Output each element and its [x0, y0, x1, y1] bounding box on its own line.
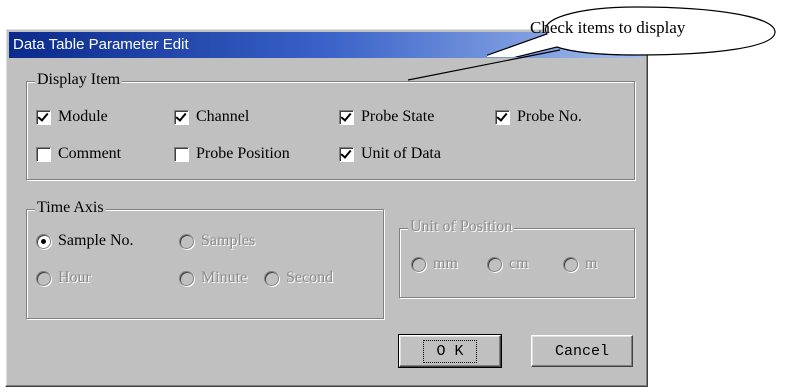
ok-button[interactable]: O K [398, 334, 502, 368]
checkbox-probe-position[interactable]: Probe Position [174, 145, 290, 163]
radio-samples: Samples [179, 232, 255, 250]
radio-cm: cm [487, 255, 529, 273]
mm-label: mm [433, 255, 458, 272]
samples-radio [179, 233, 194, 249]
probe-state-checkbox-box[interactable] [339, 109, 354, 125]
checkbox-probe-no[interactable]: Probe No. [495, 108, 582, 126]
second-radio [264, 270, 279, 286]
data-table-parameter-dialog: Data Table Parameter Edit Display Item M… [5, 28, 648, 387]
probe-no-label: Probe No. [517, 108, 582, 125]
unit-of-data-checkbox-box[interactable] [339, 146, 354, 162]
radio-minute: Minute [179, 269, 247, 287]
callout-text: Check items to display [530, 18, 686, 37]
time-axis-legend: Time Axis [35, 199, 106, 217]
radio-hour: Hour [36, 269, 91, 287]
display-item-group: Display Item [26, 71, 635, 180]
channel-label: Channel [196, 108, 250, 125]
radio-sample-no[interactable]: Sample No. [36, 232, 134, 250]
ok-button-label: O K [423, 339, 477, 363]
sample-no-label: Sample No. [58, 232, 134, 249]
radio-m: m [563, 255, 597, 273]
channel-checkbox-box[interactable] [174, 109, 189, 125]
cm-label: cm [509, 255, 529, 272]
display-item-legend: Display Item [35, 71, 123, 89]
hour-radio [36, 270, 51, 286]
module-checkbox-box[interactable] [36, 109, 51, 125]
dialog-title: Data Table Parameter Edit [13, 36, 189, 53]
minute-label: Minute [201, 269, 248, 286]
radio-second: Second [264, 269, 333, 287]
checkbox-comment[interactable]: Comment [36, 145, 121, 163]
module-label: Module [58, 108, 108, 125]
m-radio [563, 256, 578, 272]
mm-radio [411, 256, 426, 272]
checkbox-channel[interactable]: Channel [174, 108, 249, 126]
second-label: Second [286, 269, 334, 286]
probe-position-label: Probe Position [196, 145, 290, 162]
unit-of-data-label: Unit of Data [361, 145, 441, 162]
checkbox-probe-state[interactable]: Probe State [339, 108, 434, 126]
cm-radio [487, 256, 502, 272]
checkbox-unit-of-data[interactable]: Unit of Data [339, 145, 441, 163]
radio-mm: mm [411, 255, 458, 273]
unit-of-position-legend: Unit of Position [408, 218, 515, 236]
hour-label: Hour [58, 269, 91, 286]
comment-checkbox-box[interactable] [36, 146, 51, 162]
time-axis-group: Time Axis [26, 199, 384, 319]
sample-no-radio[interactable] [36, 233, 51, 249]
m-label: m [585, 255, 598, 272]
comment-label: Comment [58, 145, 122, 162]
samples-label: Samples [201, 232, 256, 249]
cancel-button-label: Cancel [554, 342, 609, 360]
cancel-button[interactable]: Cancel [531, 335, 633, 367]
checkbox-module[interactable]: Module [36, 108, 108, 126]
probe-state-label: Probe State [361, 108, 435, 125]
probe-no-checkbox-box[interactable] [495, 109, 510, 125]
minute-radio [179, 270, 194, 286]
probe-position-checkbox-box[interactable] [174, 146, 189, 162]
